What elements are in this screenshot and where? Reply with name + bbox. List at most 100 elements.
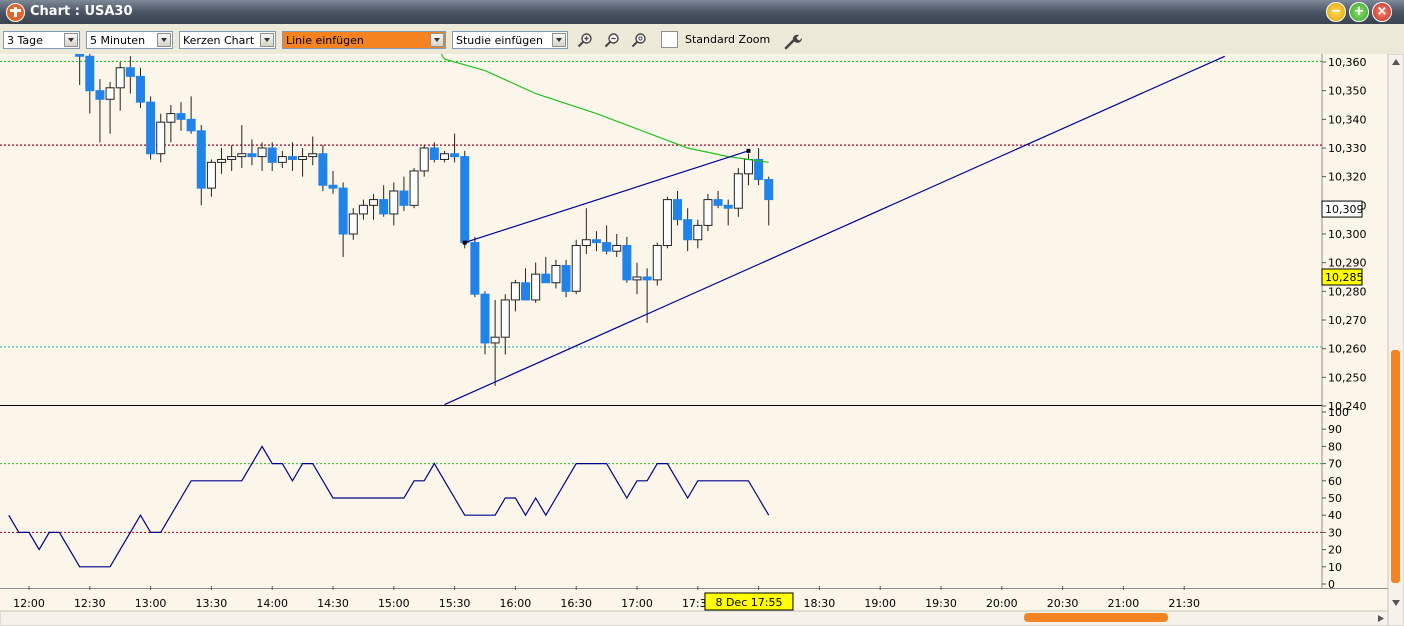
horizontal-scrollbar[interactable] bbox=[0, 611, 1388, 626]
maximize-icon: + bbox=[1350, 4, 1368, 19]
chevron-down-icon[interactable] bbox=[552, 33, 566, 47]
zoom-in-icon[interactable] bbox=[577, 32, 593, 48]
chevron-down-icon[interactable] bbox=[157, 33, 171, 47]
trendline-handle[interactable] bbox=[463, 241, 467, 245]
y-tick-label: 10,360 bbox=[1328, 56, 1367, 69]
candle-body bbox=[592, 240, 600, 243]
candle-body bbox=[126, 68, 134, 77]
chart-canvas[interactable]: 10,36010,35010,34010,33010,32010,31010,3… bbox=[0, 54, 1404, 626]
candle-body bbox=[86, 56, 94, 90]
candle-body bbox=[319, 154, 327, 186]
vertical-scrollbar-thumb[interactable] bbox=[1391, 350, 1400, 583]
x-tick-label: 15:00 bbox=[378, 597, 410, 610]
standard-zoom-label: Standard Zoom bbox=[685, 33, 770, 46]
candle-body bbox=[76, 54, 84, 56]
candle-body bbox=[106, 88, 114, 99]
minimize-button[interactable]: − bbox=[1326, 2, 1346, 22]
rsi-tick-label: 40 bbox=[1328, 509, 1342, 522]
y-tick-label: 10,260 bbox=[1328, 343, 1367, 356]
period-select-value: 3 Tage bbox=[7, 34, 43, 47]
candle-1710[interactable] bbox=[653, 243, 661, 286]
horizontal-scrollbar-track[interactable] bbox=[0, 611, 1388, 626]
candle-body bbox=[349, 214, 357, 234]
x-tick-label: 18:30 bbox=[804, 597, 836, 610]
rsi-tick-label: 100 bbox=[1328, 406, 1349, 419]
candle-1300[interactable] bbox=[147, 96, 155, 159]
close-icon: × bbox=[1373, 4, 1391, 19]
candle-body bbox=[177, 114, 185, 120]
candle-body bbox=[218, 159, 226, 162]
x-tick-label: 20:00 bbox=[986, 597, 1018, 610]
chevron-down-icon[interactable] bbox=[430, 33, 444, 47]
chevron-down-icon[interactable] bbox=[260, 33, 274, 47]
x-tick-label: 15:30 bbox=[439, 597, 471, 610]
x-tick-label: 16:30 bbox=[560, 597, 592, 610]
candle-body bbox=[471, 243, 479, 295]
candle-body bbox=[380, 200, 388, 214]
trendline-handle[interactable] bbox=[746, 149, 750, 153]
candle-body bbox=[147, 102, 155, 154]
close-button[interactable]: × bbox=[1372, 2, 1392, 22]
candle-body bbox=[491, 337, 499, 343]
x-tick-label: 21:30 bbox=[1168, 597, 1200, 610]
rsi-tick-label: 10 bbox=[1328, 561, 1342, 574]
rsi-tick-label: 60 bbox=[1328, 475, 1342, 488]
y-tick-label: 10,350 bbox=[1328, 85, 1367, 98]
candle-body bbox=[532, 274, 540, 300]
candle-body bbox=[542, 274, 550, 283]
candle-body bbox=[451, 154, 459, 157]
candle-body bbox=[613, 245, 621, 251]
chevron-down-icon[interactable] bbox=[64, 33, 78, 47]
title-bar: Chart : USA30 − + × bbox=[0, 0, 1404, 24]
period-select[interactable]: 3 Tage bbox=[3, 31, 80, 49]
candle-1510[interactable] bbox=[410, 168, 418, 208]
line-insert-select[interactable]: Linie einfügen bbox=[282, 31, 446, 49]
candle-body bbox=[258, 148, 266, 157]
wrench-icon[interactable] bbox=[784, 32, 802, 50]
chart-area[interactable]: 10,36010,35010,34010,33010,32010,31010,3… bbox=[0, 54, 1404, 626]
x-tick-label: 16:00 bbox=[500, 597, 532, 610]
x-tick-label: 13:00 bbox=[135, 597, 167, 610]
study-insert-select-value: Studie einfügen bbox=[456, 34, 543, 47]
candle-body bbox=[96, 91, 104, 100]
candle-body bbox=[714, 200, 722, 206]
rsi-tick-label: 80 bbox=[1328, 440, 1342, 453]
maximize-button[interactable]: + bbox=[1349, 2, 1369, 22]
standard-zoom-checkbox[interactable] bbox=[661, 31, 678, 48]
zoom-reset-icon[interactable] bbox=[631, 32, 647, 48]
candle-body bbox=[309, 154, 317, 157]
chart-type-select[interactable]: Kerzen Chart bbox=[179, 31, 276, 49]
y-tick-label: 10,300 bbox=[1328, 228, 1367, 241]
candle-1715[interactable] bbox=[663, 197, 671, 249]
x-tick-label: 21:00 bbox=[1108, 597, 1140, 610]
rsi-tick-label: 50 bbox=[1328, 492, 1342, 505]
candle-body bbox=[370, 200, 378, 206]
interval-select-value: 5 Minuten bbox=[90, 34, 145, 47]
candle-1540[interactable] bbox=[471, 237, 479, 297]
y-tick-label: 10,330 bbox=[1328, 142, 1367, 155]
candle-body bbox=[734, 174, 742, 208]
zoom-out-icon[interactable] bbox=[604, 32, 620, 48]
chart-type-select-value: Kerzen Chart bbox=[183, 34, 254, 47]
candle-1735[interactable] bbox=[704, 194, 712, 231]
candle-body bbox=[582, 240, 590, 246]
candle-body bbox=[390, 191, 398, 214]
candle-body bbox=[522, 283, 530, 300]
candle-1625[interactable] bbox=[562, 260, 570, 297]
candle-body bbox=[400, 191, 408, 205]
horizontal-scrollbar-thumb[interactable] bbox=[1024, 613, 1168, 622]
candle-body bbox=[461, 157, 469, 243]
study-insert-select[interactable]: Studie einfügen bbox=[452, 31, 568, 49]
candle-body bbox=[288, 157, 296, 160]
candle-body bbox=[653, 245, 661, 279]
candle-1630[interactable] bbox=[572, 240, 580, 294]
candle-body bbox=[299, 157, 307, 160]
interval-select[interactable]: 5 Minuten bbox=[86, 31, 173, 49]
line-insert-select-value: Linie einfügen bbox=[286, 34, 364, 47]
candle-body bbox=[359, 205, 367, 214]
candle-1535[interactable] bbox=[461, 151, 469, 248]
candle-body bbox=[339, 188, 347, 234]
vertical-scrollbar[interactable] bbox=[1388, 54, 1404, 626]
candle-body bbox=[572, 245, 580, 291]
candle-body bbox=[704, 200, 712, 226]
